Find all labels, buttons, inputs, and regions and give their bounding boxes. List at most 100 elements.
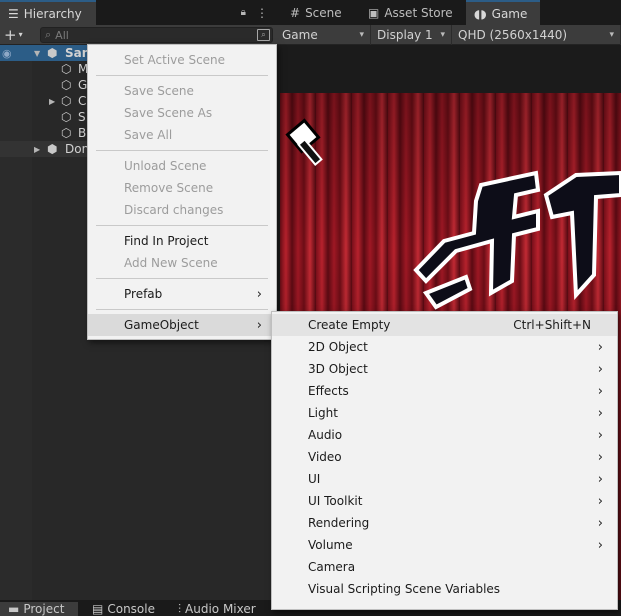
cube-icon: ⬡ (61, 62, 72, 76)
console-icon: ▤ (92, 602, 104, 616)
menu-separator (96, 309, 268, 310)
tab-game[interactable]: ◖◗ Game (466, 0, 540, 25)
grid-icon: # (290, 5, 301, 20)
menu-separator (96, 225, 268, 226)
menu-item-label: Set Active Scene (124, 53, 226, 67)
hierarchy-row-label: Don (65, 142, 90, 156)
gamepad-icon: ◖◗ (474, 6, 487, 21)
chevron-down-icon: ▾ (18, 30, 23, 39)
chevron-down-icon: ▾ (609, 29, 614, 40)
more-options-icon[interactable]: ⋮ (256, 6, 268, 20)
menu-item-prefab[interactable]: Prefab › (88, 283, 276, 305)
menu-item-label: Save Scene As (124, 106, 213, 120)
menu-item-label: Video (308, 450, 342, 464)
tab-audio-mixer[interactable]: ⫶ Audio Mixer (170, 602, 270, 616)
tab-console-label: Console (107, 602, 155, 616)
menu-item-save-scene-as[interactable]: Save Scene As (88, 102, 276, 124)
chevron-right-icon: › (597, 427, 603, 443)
menu-item-effects[interactable]: Effects › (272, 380, 617, 402)
unity-scene-icon: ⬢ (47, 142, 58, 156)
shopping-bag-icon: ▣ (368, 5, 380, 20)
list-icon: ☰ (8, 6, 19, 21)
menu-item-label: Add New Scene (124, 256, 218, 270)
menu-separator (96, 150, 268, 151)
tab-console[interactable]: ▤ Console (84, 602, 168, 616)
menu-item-ui-toolkit[interactable]: UI Toolkit › (272, 490, 617, 512)
cube-icon: ⬡ (61, 94, 72, 108)
menu-item-gameobject[interactable]: GameObject › (88, 314, 276, 336)
folder-icon: ▬ (8, 602, 20, 616)
hierarchy-toolbar: + ▾ ⌕ All ⌕ (0, 25, 276, 45)
search-placeholder: All (55, 28, 69, 42)
menu-item-label: GameObject (124, 318, 199, 332)
menu-item-audio[interactable]: Audio › (272, 424, 617, 446)
tab-game-label: Game (491, 6, 528, 21)
menu-item-3d-object[interactable]: 3D Object › (272, 358, 617, 380)
menu-item-create-empty[interactable]: Create Empty Ctrl+Shift+N (272, 314, 617, 336)
menu-item-2d-object[interactable]: 2D Object › (272, 336, 617, 358)
mixer-icon: ⫶ (178, 601, 182, 616)
menu-item-label: UI Toolkit (308, 494, 363, 508)
hierarchy-row-label: C (78, 94, 87, 108)
display-select[interactable]: Display 1 ▾ (371, 24, 452, 45)
game-toolbar: Game ▾ Display 1 ▾ QHD (2560x1440) ▾ (276, 24, 621, 45)
paintbrush-icon (285, 118, 323, 166)
tab-asset-store-label: Asset Store (384, 5, 453, 20)
menu-item-find-in-project[interactable]: Find In Project (88, 230, 276, 252)
hierarchy-row-label: G (78, 78, 88, 92)
plus-icon: + (4, 25, 17, 44)
tab-project[interactable]: ▬ Project (0, 602, 78, 616)
scene-search-icon[interactable]: ⌕ (257, 29, 270, 41)
chevron-right-icon: › (597, 383, 603, 399)
tab-asset-store[interactable]: ▣ Asset Store (360, 0, 464, 25)
chevron-right-icon: › (597, 449, 603, 465)
lock-icon[interactable]: 🔒︎ (241, 7, 246, 18)
resolution-select[interactable]: QHD (2560x1440) ▾ (452, 24, 621, 45)
menu-item-volume[interactable]: Volume › (272, 534, 617, 556)
chevron-right-icon: › (597, 471, 603, 487)
menu-item-add-new-scene[interactable]: Add New Scene (88, 252, 276, 274)
hierarchy-window-tools: 🔒︎ ⋮ (241, 0, 268, 25)
expand-arrow-icon[interactable]: ▶ (34, 145, 40, 154)
menu-item-label: Find In Project (124, 234, 209, 248)
gameobject-submenu: Create Empty Ctrl+Shift+N 2D Object › 3D… (271, 311, 618, 610)
menu-item-save-all[interactable]: Save All (88, 124, 276, 146)
tab-scene[interactable]: # Scene (282, 0, 356, 25)
menu-item-label: Volume (308, 538, 353, 552)
view-select[interactable]: Game ▾ (276, 24, 371, 45)
menu-item-discard-changes[interactable]: Discard changes (88, 199, 276, 221)
view-select-value: Game (282, 27, 318, 42)
menu-item-camera[interactable]: Camera (272, 556, 617, 578)
tab-audio-mixer-label: Audio Mixer (185, 602, 256, 616)
tab-hierarchy-label: Hierarchy (23, 6, 82, 21)
menu-item-set-active-scene[interactable]: Set Active Scene (88, 49, 276, 71)
menu-item-save-scene[interactable]: Save Scene (88, 80, 276, 102)
hierarchy-tabstrip: ☰ Hierarchy 🔒︎ ⋮ (0, 0, 276, 25)
menu-item-remove-scene[interactable]: Remove Scene (88, 177, 276, 199)
hierarchy-search-input[interactable]: ⌕ All ⌕ (40, 27, 273, 43)
menu-item-label: Save All (124, 128, 173, 142)
menu-item-label: Save Scene (124, 84, 194, 98)
menu-item-unload-scene[interactable]: Unload Scene (88, 155, 276, 177)
menu-item-visual-scripting-scene-variables[interactable]: Visual Scripting Scene Variables (272, 578, 617, 600)
create-button[interactable]: + ▾ (4, 25, 34, 44)
chevron-right-icon: › (256, 286, 262, 302)
tab-scene-label: Scene (305, 5, 342, 20)
menu-item-label: Prefab (124, 287, 163, 301)
menu-item-light[interactable]: Light › (272, 402, 617, 424)
chevron-down-icon: ▾ (440, 29, 445, 40)
menu-item-shortcut: Ctrl+Shift+N (513, 318, 591, 332)
menu-item-label: Create Empty (308, 318, 391, 332)
chevron-right-icon: › (256, 317, 262, 333)
chevron-right-icon: › (597, 537, 603, 553)
menu-item-ui[interactable]: UI › (272, 468, 617, 490)
expand-arrow-icon[interactable]: ▶ (49, 97, 55, 106)
hierarchy-row-label: B (78, 126, 87, 140)
hierarchy-row-label: S (78, 110, 86, 124)
tab-hierarchy[interactable]: ☰ Hierarchy (0, 0, 96, 25)
scene-context-menu: Set Active Scene Save Scene Save Scene A… (87, 44, 277, 340)
menu-item-video[interactable]: Video › (272, 446, 617, 468)
menu-item-rendering[interactable]: Rendering › (272, 512, 617, 534)
visibility-eye-icon[interactable]: ◉ (2, 47, 12, 60)
collapse-arrow-icon[interactable]: ▼ (34, 49, 40, 58)
